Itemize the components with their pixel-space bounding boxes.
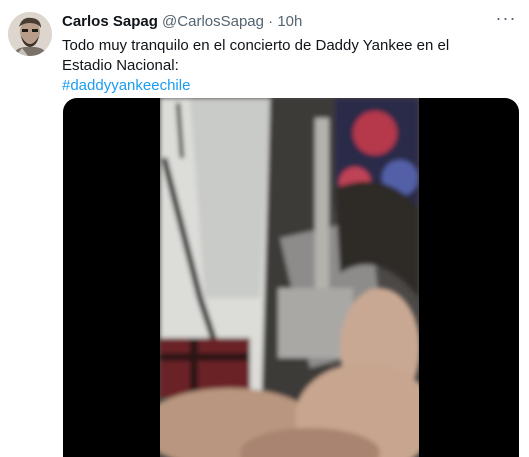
video-thumbnail	[160, 98, 419, 457]
tweet-text: Todo muy tranquilo en el concierto de Da…	[62, 36, 502, 96]
more-options-button[interactable]: ···	[495, 9, 517, 30]
author-name[interactable]: Carlos Sapag	[62, 13, 158, 30]
video-frame	[160, 98, 419, 457]
video-media[interactable]	[63, 98, 519, 457]
separator: ·	[268, 13, 274, 30]
more-horizontal-icon: ···	[495, 8, 517, 28]
tweet[interactable]: Carlos Sapag @CarlosSapag · 10h ··· Todo…	[0, 0, 529, 457]
hashtag-link[interactable]: #daddyyankeechile	[62, 76, 502, 96]
avatar-image	[8, 12, 52, 56]
avatar[interactable]	[8, 12, 52, 56]
author-handle[interactable]: @CarlosSapag	[162, 13, 264, 30]
tweet-header: Carlos Sapag @CarlosSapag · 10h	[62, 13, 489, 31]
timestamp[interactable]: 10h	[277, 13, 302, 30]
tweet-body: Todo muy tranquilo en el concierto de Da…	[62, 37, 450, 74]
